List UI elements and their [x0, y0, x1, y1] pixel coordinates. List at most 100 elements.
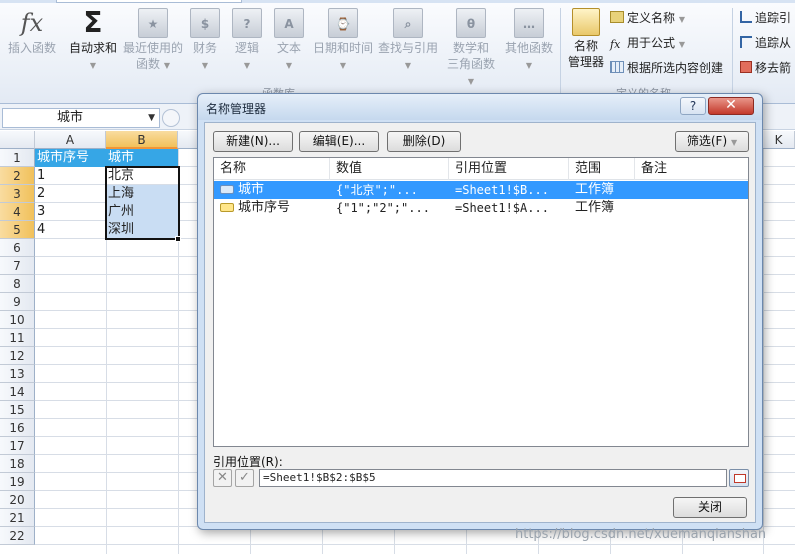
remove-arrows-label: 移去箭: [755, 61, 792, 75]
remove-arrows-button[interactable]: 移去箭: [740, 60, 791, 76]
chevron-down-icon[interactable]: ▼: [148, 109, 155, 127]
cell-a1[interactable]: 城市序号: [35, 149, 106, 167]
logical-button[interactable]: ? 逻辑 ▼: [230, 8, 264, 74]
column-value[interactable]: 数值: [330, 158, 449, 180]
name-box[interactable]: 城市 ▼: [2, 108, 160, 128]
row-header[interactable]: 7: [0, 257, 35, 275]
cell-a2[interactable]: 1: [35, 167, 106, 185]
named-range-icon: [220, 185, 234, 194]
confirm-edit-icon[interactable]: ✓: [235, 469, 254, 487]
help-button[interactable]: ?: [680, 97, 706, 115]
row-header[interactable]: 8: [0, 275, 35, 293]
define-name-button[interactable]: 定义名称 ▼: [610, 10, 685, 28]
active-tab-edge: [56, 0, 242, 3]
clock-book-icon: ⌚: [328, 8, 358, 38]
row-header[interactable]: 3: [0, 185, 35, 203]
refers-to-input[interactable]: =Sheet1!$B$2:$B$5: [259, 469, 727, 487]
chevron-down-icon: ▼: [243, 61, 251, 70]
names-list[interactable]: 名称 数值 引用位置 范围 备注 城市 {"北京";"... =Sheet1!$…: [213, 157, 749, 447]
math-button[interactable]: θ 数学和 三角函数 ▼: [444, 8, 498, 90]
chevron-down-icon: ▼: [339, 61, 347, 70]
sigma-icon: Σ: [83, 6, 103, 39]
cell-a3[interactable]: 2: [35, 185, 106, 203]
row-header[interactable]: 5: [0, 221, 35, 239]
column-comment[interactable]: 备注: [635, 158, 748, 180]
row-header[interactable]: 13: [0, 365, 35, 383]
row-header[interactable]: 10: [0, 311, 35, 329]
delete-button[interactable]: 删除(D): [387, 131, 461, 152]
group-separator: [560, 8, 561, 96]
row-header[interactable]: 11: [0, 329, 35, 347]
magnifier-book-icon: ⌕: [393, 8, 423, 38]
financial-button[interactable]: $ 财务 ▼: [188, 8, 222, 74]
chevron-down-icon: ▼: [163, 61, 170, 70]
collapse-dialog-icon[interactable]: [729, 469, 749, 487]
row-refers-to: =Sheet1!$B...: [455, 183, 549, 197]
column-refers-to[interactable]: 引用位置: [449, 158, 569, 180]
row-header[interactable]: 21: [0, 509, 35, 527]
ribbon-tab-strip: [0, 0, 795, 3]
row-header[interactable]: 17: [0, 437, 35, 455]
column-header-a[interactable]: A: [35, 131, 106, 149]
row-header[interactable]: 9: [0, 293, 35, 311]
select-all-corner[interactable]: [0, 131, 35, 149]
formula-bar-expand-button[interactable]: [162, 109, 180, 127]
chevron-down-icon: ▼: [201, 61, 209, 70]
close-icon[interactable]: ✕: [708, 97, 754, 115]
row-header[interactable]: 16: [0, 419, 35, 437]
create-from-selection-button[interactable]: 根据所选内容创建: [610, 60, 723, 76]
row-header[interactable]: 22: [0, 527, 35, 545]
row-header[interactable]: 20: [0, 491, 35, 509]
cell-a5[interactable]: 4: [35, 221, 106, 239]
row-header[interactable]: 18: [0, 455, 35, 473]
trace-dependents-button[interactable]: 追踪从: [740, 35, 791, 51]
row-header[interactable]: 14: [0, 383, 35, 401]
insert-function-button[interactable]: fx 插入函数: [4, 8, 60, 56]
trace-dependents-label: 追踪从: [755, 36, 792, 50]
row-header[interactable]: 1: [0, 149, 35, 167]
fill-handle[interactable]: [175, 236, 181, 242]
datetime-button[interactable]: ⌚ 日期和时间 ▼: [312, 8, 374, 74]
text-button[interactable]: A 文本 ▼: [272, 8, 306, 74]
more-functions-button[interactable]: … 其他函数 ▼: [502, 8, 556, 74]
column-scope[interactable]: 范围: [569, 158, 635, 180]
autosum-button[interactable]: Σ 自动求和 ▼: [66, 8, 120, 74]
row-header[interactable]: 2: [0, 167, 35, 185]
cell-a4[interactable]: 3: [35, 203, 106, 221]
grid-row-line: [35, 544, 795, 545]
recently-used-label-1: 最近使用的: [122, 41, 183, 55]
logical-book-icon: ?: [232, 8, 262, 38]
refers-to-row: ✕ ✓ =Sheet1!$B$2:$B$5: [213, 468, 749, 488]
row-header[interactable]: 4: [0, 203, 35, 221]
new-button[interactable]: 新建(N)...: [213, 131, 293, 152]
lookup-label: 查找与引用: [377, 41, 438, 55]
column-header-b[interactable]: B: [106, 131, 178, 149]
chevron-down-icon: ▼: [678, 15, 685, 24]
filter-button[interactable]: 筛选(F) ▼: [675, 131, 749, 152]
lookup-button[interactable]: ⌕ 查找与引用 ▼: [376, 8, 440, 74]
chevron-down-icon: ▼: [89, 61, 97, 70]
row-header[interactable]: 12: [0, 347, 35, 365]
dialog-title-bar[interactable]: 名称管理器 ? ✕: [198, 94, 762, 120]
use-in-formula-button[interactable]: fx 用于公式 ▼: [610, 35, 685, 53]
row-header[interactable]: 15: [0, 401, 35, 419]
list-item[interactable]: 城市序号 {"1";"2";"... =Sheet1!$A... 工作簿: [214, 199, 748, 217]
trace-precedents-button[interactable]: 追踪引: [740, 10, 791, 26]
column-header-c[interactable]: [178, 131, 198, 149]
name-manager-button[interactable]: 名称 管理器: [564, 8, 608, 70]
recently-used-button[interactable]: ★ 最近使用的 函数 ▼: [122, 8, 184, 74]
column-name[interactable]: 名称: [214, 158, 330, 180]
close-button[interactable]: 关闭: [673, 497, 747, 518]
dialog-title: 名称管理器: [206, 102, 267, 116]
row-header[interactable]: 6: [0, 239, 35, 257]
cell-b1[interactable]: 城市: [106, 149, 178, 167]
column-header-k[interactable]: K: [763, 131, 795, 149]
cancel-edit-icon[interactable]: ✕: [213, 469, 232, 487]
named-range-icon: [220, 203, 234, 212]
edit-button[interactable]: 编辑(E)...: [299, 131, 379, 152]
row-header[interactable]: 19: [0, 473, 35, 491]
list-item[interactable]: 城市 {"北京";"... =Sheet1!$B... 工作簿: [214, 181, 748, 199]
datetime-label: 日期和时间: [312, 41, 373, 55]
row-name: 城市序号: [238, 200, 291, 215]
group-separator: [732, 8, 733, 96]
